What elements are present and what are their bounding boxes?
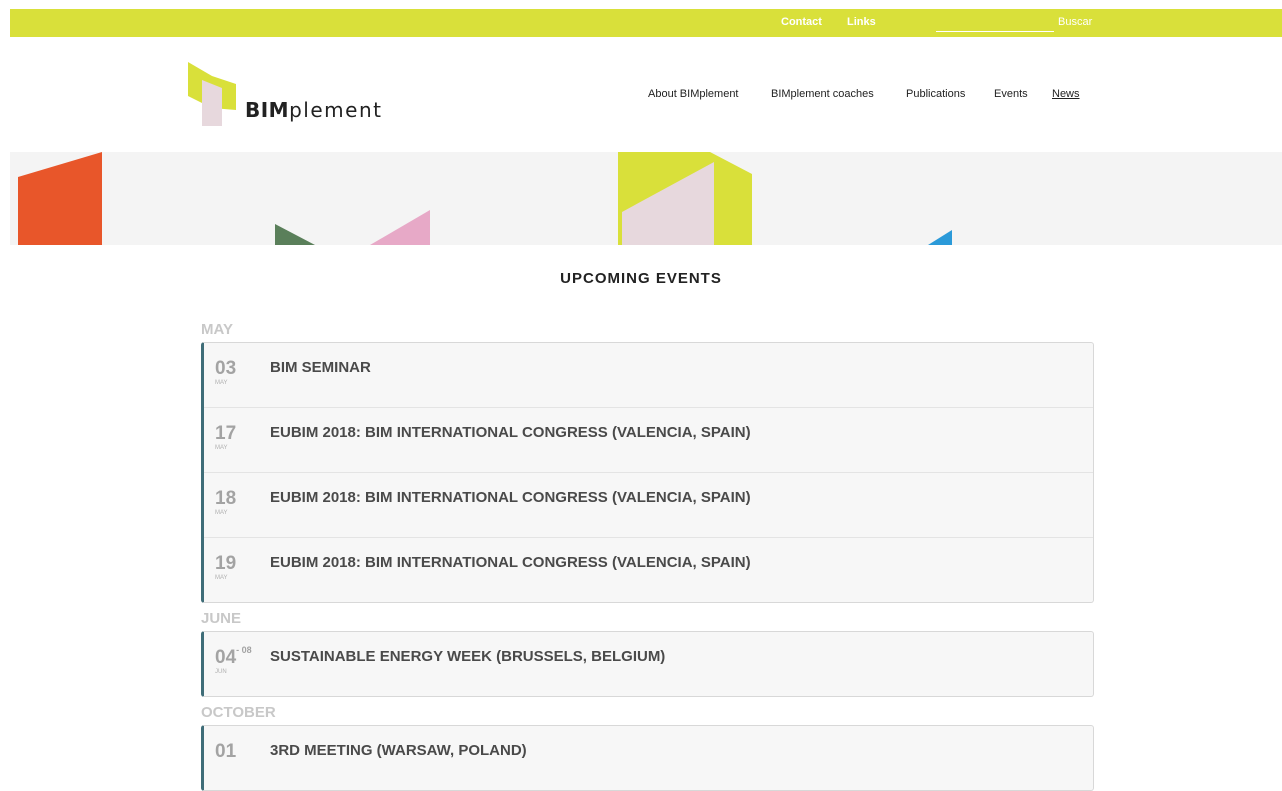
blue-shape [928, 230, 952, 245]
event-month-abbr: MAY [215, 380, 228, 386]
bimplement-logo[interactable]: BIMplement [188, 62, 418, 128]
event-day: 04- 08 [215, 645, 252, 668]
month-heading: JUNE [201, 610, 242, 627]
nav-news[interactable]: News [1052, 88, 1080, 100]
hero-shapes [18, 152, 952, 245]
month-heading: OCTOBER [201, 704, 276, 721]
event-title: EUBIM 2018: BIM INTERNATIONAL CONGRESS (… [270, 554, 751, 571]
nav-publications[interactable]: Publications [906, 88, 965, 100]
event-day: 01 [215, 741, 237, 762]
event-item[interactable]: 01 3RD MEETING (WARSAW, POLAND) [204, 726, 1093, 790]
search-underline [936, 31, 1054, 32]
event-item[interactable]: 03 MAY BIM SEMINAR [204, 343, 1093, 408]
event-title: SUSTAINABLE ENERGY WEEK (BRUSSELS, BELGI… [270, 648, 666, 665]
event-day-end: - 08 [236, 645, 252, 655]
event-title: EUBIM 2018: BIM INTERNATIONAL CONGRESS (… [270, 424, 751, 441]
search-button[interactable]: Buscar [1058, 16, 1092, 28]
event-item[interactable]: 04- 08 JUN SUSTAINABLE ENERGY WEEK (BRUS… [204, 632, 1093, 696]
event-month-abbr: MAY [215, 510, 228, 516]
event-day: 19 [215, 553, 237, 574]
green-shape [275, 224, 315, 245]
contact-link[interactable]: Contact [781, 16, 822, 28]
event-day: 18 [215, 488, 237, 509]
event-month-abbr: MAY [215, 575, 228, 581]
month-group: 03 MAY BIM SEMINAR 17 MAY EUBIM 2018: BI… [201, 342, 1094, 603]
event-item[interactable]: 18 MAY EUBIM 2018: BIM INTERNATIONAL CON… [204, 473, 1093, 538]
top-utility-bar: Contact Links Buscar [10, 9, 1282, 37]
event-title: BIM SEMINAR [270, 359, 371, 376]
month-heading: MAY [201, 321, 233, 338]
pink-shape [370, 210, 430, 245]
event-title: 3RD MEETING (WARSAW, POLAND) [270, 742, 527, 759]
hero-banner [10, 152, 1282, 245]
event-day: 17 [215, 423, 237, 444]
nav-about[interactable]: About BIMplement [648, 88, 739, 100]
search-input[interactable] [936, 14, 1058, 32]
links-link[interactable]: Links [847, 16, 876, 28]
events-list: MAY 03 MAY BIM SEMINAR 17 MAY EUBIM 2018… [201, 318, 1094, 791]
nav-events[interactable]: Events [994, 88, 1028, 100]
page-title: UPCOMING EVENTS [560, 270, 722, 287]
logo-mark-icon [188, 62, 236, 126]
orange-shape [18, 152, 102, 245]
month-group: 01 3RD MEETING (WARSAW, POLAND) [201, 725, 1094, 791]
nav-coaches[interactable]: BIMplement coaches [771, 88, 874, 100]
event-item[interactable]: 17 MAY EUBIM 2018: BIM INTERNATIONAL CON… [204, 408, 1093, 473]
event-day: 03 [215, 358, 237, 379]
event-month-abbr: JUN [215, 669, 227, 675]
event-month-abbr: MAY [215, 445, 228, 451]
event-title: EUBIM 2018: BIM INTERNATIONAL CONGRESS (… [270, 489, 751, 506]
month-group: 04- 08 JUN SUSTAINABLE ENERGY WEEK (BRUS… [201, 631, 1094, 697]
event-item[interactable]: 19 MAY EUBIM 2018: BIM INTERNATIONAL CON… [204, 538, 1093, 602]
logo-wordmark: BIMplement [245, 98, 383, 122]
